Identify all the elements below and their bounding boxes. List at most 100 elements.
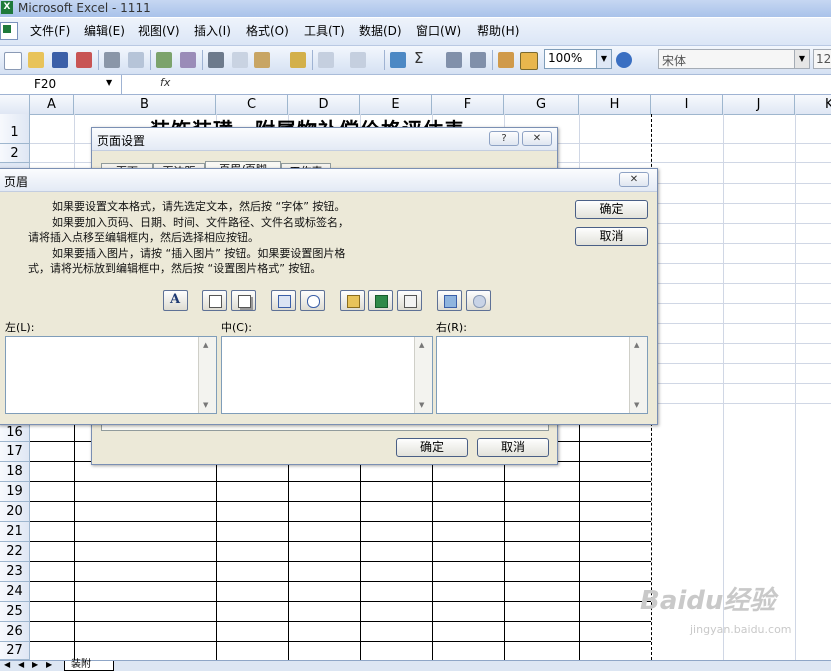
scrollbar[interactable]	[629, 337, 647, 413]
row-header-25[interactable]: 25	[0, 602, 30, 622]
row-header-1[interactable]: 1	[0, 114, 30, 144]
chevron-down-icon[interactable]: ▼	[596, 50, 611, 68]
row-header-21[interactable]: 21	[0, 522, 30, 542]
column-header-e[interactable]: E	[360, 95, 432, 114]
close-button[interactable]: ✕	[619, 172, 649, 187]
menu-window[interactable]: 窗口(W)	[416, 18, 461, 45]
column-header-b[interactable]: B	[74, 95, 216, 114]
column-header-i[interactable]: I	[651, 95, 723, 114]
row-header-19[interactable]: 19	[0, 482, 30, 502]
row-header-17[interactable]: 17	[0, 442, 30, 462]
scrollbar[interactable]	[414, 337, 432, 413]
sort-ascending-icon[interactable]	[446, 52, 462, 68]
menu-edit[interactable]: 编辑(E)	[84, 18, 125, 45]
chevron-down-icon[interactable]: ▼	[106, 78, 112, 87]
page-number-icon[interactable]	[202, 290, 227, 311]
date-icon[interactable]	[271, 290, 296, 311]
time-icon[interactable]	[300, 290, 325, 311]
toolbar-separator	[492, 50, 493, 70]
print-icon[interactable]	[104, 52, 120, 68]
prev-sheet-icon[interactable]: ◀	[18, 660, 24, 669]
row-header-20[interactable]: 20	[0, 502, 30, 522]
spelling-icon[interactable]	[156, 52, 172, 68]
menu-view[interactable]: 视图(V)	[138, 18, 180, 45]
next-sheet-icon[interactable]: ▶	[32, 660, 38, 669]
save-icon[interactable]	[52, 52, 68, 68]
column-header-f[interactable]: F	[432, 95, 504, 114]
row-header-2[interactable]: 2	[0, 144, 30, 163]
header-dialog: 页眉 ✕ 如果要设置文本格式，请先选定文本，然后按 “字体” 按钮。 如果要加入…	[0, 168, 658, 425]
zoom-value: 100%	[548, 51, 583, 65]
column-header-g[interactable]: G	[504, 95, 579, 114]
row-header-23[interactable]: 23	[0, 562, 30, 582]
open-icon[interactable]	[28, 52, 44, 68]
toolbar-separator	[202, 50, 203, 70]
menu-format[interactable]: 格式(O)	[246, 18, 289, 45]
table-border	[30, 621, 651, 622]
page-setup-ok-button[interactable]: 确定	[396, 438, 468, 457]
menu-help[interactable]: 帮助(H)	[477, 18, 519, 45]
column-header-k[interactable]: K	[795, 95, 831, 114]
page-setup-cancel-button[interactable]: 取消	[477, 438, 549, 457]
menu-file[interactable]: 文件(F)	[30, 18, 70, 45]
insert-picture-icon[interactable]	[437, 290, 462, 311]
chevron-down-icon[interactable]: ▼	[794, 50, 809, 68]
row-header-27[interactable]: 27	[0, 642, 30, 660]
permission-icon[interactable]	[76, 52, 92, 68]
zoom-combobox[interactable]: 100% ▼	[544, 49, 612, 69]
research-icon[interactable]	[180, 52, 196, 68]
print-preview-icon[interactable]	[128, 52, 144, 68]
left-section-input[interactable]	[5, 336, 217, 414]
redo-icon[interactable]	[350, 52, 366, 68]
close-button[interactable]: ✕	[522, 131, 552, 146]
file-path-icon[interactable]	[340, 290, 365, 311]
center-section-input[interactable]	[221, 336, 433, 414]
autosum-icon[interactable]: Σ	[414, 51, 430, 67]
menu-tools[interactable]: 工具(T)	[304, 18, 345, 45]
column-header-a[interactable]: A	[30, 95, 74, 114]
last-sheet-icon[interactable]: ▶	[46, 660, 52, 669]
column-header-j[interactable]: J	[723, 95, 795, 114]
format-picture-icon[interactable]	[466, 290, 491, 311]
file-name-icon[interactable]	[368, 290, 393, 311]
column-header-row: A B C D E F G H I J K	[0, 95, 831, 115]
menu-insert[interactable]: 插入(I)	[194, 18, 231, 45]
menu-data[interactable]: 数据(D)	[359, 18, 402, 45]
scrollbar[interactable]	[198, 337, 216, 413]
column-header-c[interactable]: C	[216, 95, 288, 114]
font-icon[interactable]: A	[163, 290, 188, 311]
paste-icon[interactable]	[254, 52, 270, 68]
undo-icon[interactable]	[318, 52, 334, 68]
ok-button[interactable]: 确定	[575, 200, 648, 219]
table-border	[30, 501, 651, 502]
workbook-icon[interactable]	[0, 22, 18, 40]
sheet-name-icon[interactable]	[397, 290, 422, 311]
chart-wizard-icon[interactable]	[498, 52, 514, 68]
column-header-h[interactable]: H	[579, 95, 651, 114]
sort-descending-icon[interactable]	[470, 52, 486, 68]
help-icon[interactable]	[616, 52, 632, 68]
column-header-d[interactable]: D	[288, 95, 360, 114]
total-pages-icon[interactable]	[231, 290, 256, 311]
cut-icon[interactable]	[208, 52, 224, 68]
row-header-16[interactable]: 16	[0, 423, 30, 442]
copy-icon[interactable]	[232, 52, 248, 68]
row-header-24[interactable]: 24	[0, 582, 30, 602]
help-button[interactable]: ?	[489, 131, 519, 146]
right-section-input[interactable]	[436, 336, 648, 414]
select-all-corner[interactable]	[0, 95, 30, 114]
name-box[interactable]: F20 ▼	[0, 75, 122, 94]
cancel-button[interactable]: 取消	[575, 227, 648, 246]
insert-function-icon[interactable]: fx	[160, 76, 170, 89]
format-painter-icon[interactable]	[290, 52, 306, 68]
font-name-combobox[interactable]: 宋体 ▼	[658, 49, 810, 69]
font-size-combobox[interactable]: 12	[813, 49, 831, 69]
row-header-18[interactable]: 18	[0, 462, 30, 482]
drawing-icon[interactable]	[520, 52, 538, 70]
new-icon[interactable]	[4, 52, 22, 70]
row-header-22[interactable]: 22	[0, 542, 30, 562]
first-sheet-icon[interactable]: ◀	[4, 660, 10, 669]
row-header-26[interactable]: 26	[0, 622, 30, 642]
hyperlink-icon[interactable]	[390, 52, 406, 68]
page-setup-title-bar: 页面设置 ? ✕	[92, 128, 557, 151]
